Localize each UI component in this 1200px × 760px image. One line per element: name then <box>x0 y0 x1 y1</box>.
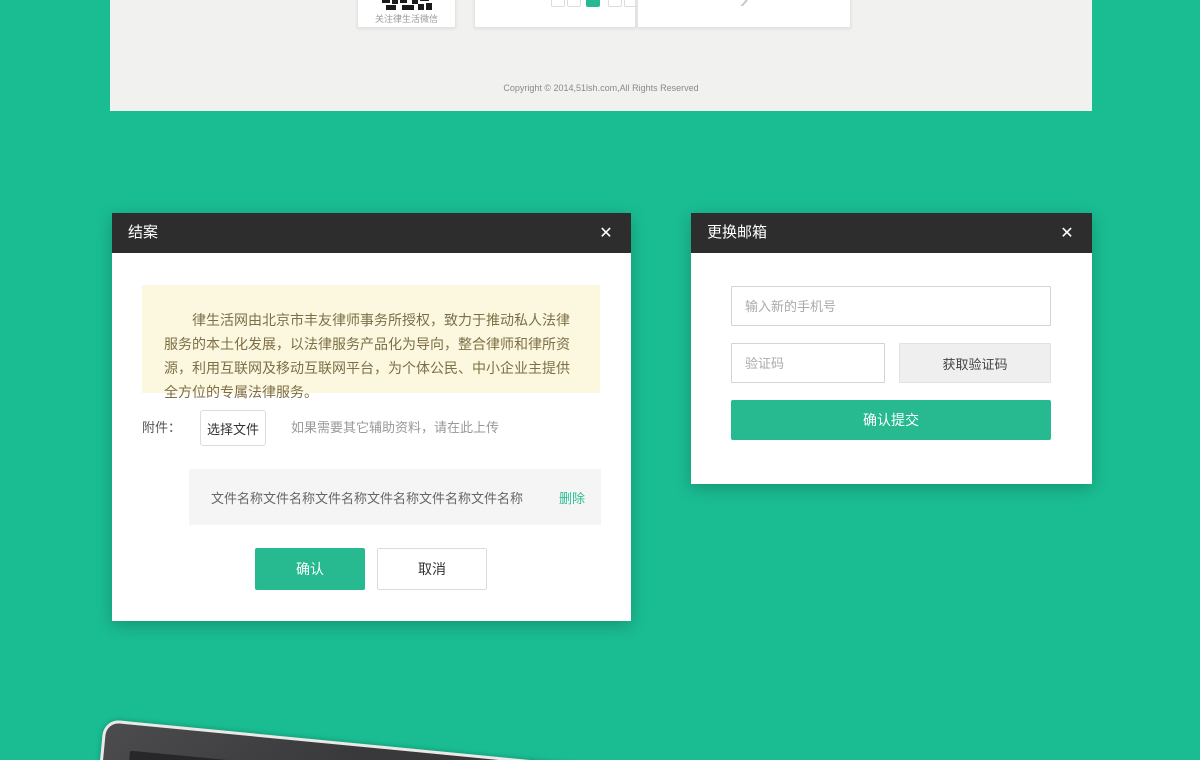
pager-button[interactable] <box>551 0 565 7</box>
carousel-card <box>474 0 636 28</box>
delete-file-link[interactable]: 删除 <box>559 488 585 507</box>
pager-button[interactable] <box>608 0 622 7</box>
modal-body: 律生活网由北京市丰友律师事务所授权，致力于推动私人法律服务的本土化发展，以法律服… <box>112 253 631 621</box>
uploaded-file-row: 文件名称文件名称文件名称文件名称文件名称文件名称 删除 <box>189 469 601 525</box>
modal-title: 结案 <box>128 224 158 241</box>
submit-button[interactable]: 确认提交 <box>731 400 1051 440</box>
carousel-next-card[interactable]: › <box>637 0 851 28</box>
modal-body: 获取验证码 确认提交 <box>691 253 1092 484</box>
pager-row <box>475 0 635 7</box>
close-icon[interactable]: ✕ <box>1052 213 1082 253</box>
qr-caption: 关注律生活微信 <box>358 12 455 25</box>
close-case-modal: 结案 ✕ 律生活网由北京市丰友律师事务所授权，致力于推动私人法律服务的本土化发展… <box>112 213 631 621</box>
modal-header: 结案 ✕ <box>112 213 631 253</box>
copyright-text: Copyright © 2014,51lsh.com,All Rights Re… <box>110 83 1092 93</box>
pager-button[interactable] <box>624 0 636 7</box>
attachment-label: 附件： <box>142 410 181 446</box>
wechat-qr-card: 关注律生活微信 <box>357 0 456 28</box>
confirm-button[interactable]: 确认 <box>255 548 365 590</box>
chevron-right-icon[interactable]: › <box>638 0 850 13</box>
verification-code-input[interactable] <box>731 343 885 383</box>
notice-text: 律生活网由北京市丰友律师事务所授权，致力于推动私人法律服务的本土化发展，以法律服… <box>142 285 600 393</box>
close-icon[interactable]: ✕ <box>591 213 621 253</box>
page-footer-section: 关注律生活微信 › Copyright © 2014,51lsh.com,All… <box>110 0 1092 111</box>
modal-header: 更换邮箱 ✕ <box>691 213 1092 253</box>
modal-title: 更换邮箱 <box>707 224 767 241</box>
cancel-button[interactable]: 取消 <box>377 548 487 590</box>
choose-file-button[interactable]: 选择文件 <box>200 410 266 446</box>
upload-hint: 如果需要其它辅助资料，请在此上传 <box>291 410 499 446</box>
new-phone-input[interactable] <box>731 286 1051 326</box>
qr-code-image <box>382 0 432 11</box>
pager-button[interactable] <box>567 0 581 7</box>
get-code-button[interactable]: 获取验证码 <box>899 343 1051 383</box>
laptop-screen <box>83 751 1054 760</box>
laptop-image <box>54 719 1059 760</box>
pager-button-active[interactable] <box>586 0 600 7</box>
file-name: 文件名称文件名称文件名称文件名称文件名称文件名称 <box>211 488 523 507</box>
change-email-modal: 更换邮箱 ✕ 获取验证码 确认提交 <box>691 213 1092 484</box>
laptop-frame <box>57 722 1056 760</box>
